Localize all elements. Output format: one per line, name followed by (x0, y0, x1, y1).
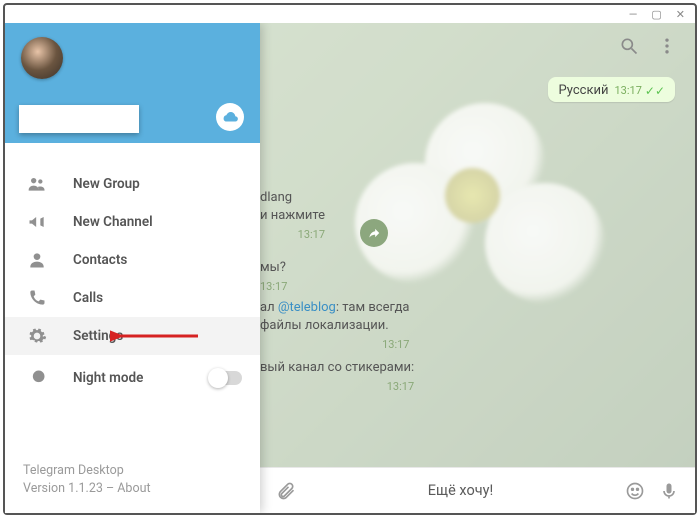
chat-header (260, 23, 695, 69)
attach-icon[interactable] (276, 481, 296, 501)
mention-link[interactable]: @teleblog (278, 300, 336, 315)
app-version-line: Version 1.1.23 – About (23, 480, 242, 499)
group-icon (27, 174, 47, 194)
menu-label: New Channel (73, 214, 153, 230)
messages: Русский 13:17 ✓✓ dlang и нажмите 13:17 м… (260, 69, 695, 89)
menu-label: Night mode (73, 370, 143, 386)
titlebar: — ▢ ✕ (5, 5, 695, 23)
forward-button[interactable] (360, 219, 388, 247)
message-fragment: dlang и нажмите 13:17 (260, 189, 325, 243)
menu-night-mode[interactable]: Night mode (5, 359, 260, 397)
microphone-icon[interactable] (659, 481, 679, 501)
phone-icon (27, 288, 47, 308)
drawer-header (5, 23, 260, 143)
menu-calls[interactable]: Calls (5, 279, 260, 317)
message-text: Русский (558, 83, 608, 98)
message-input-bar: Ещё хочу! (260, 467, 695, 513)
megaphone-icon (27, 212, 47, 232)
drawer-menu: New Group New Channel Contacts Calls Set… (5, 143, 260, 462)
menu-label: Calls (73, 290, 103, 306)
menu-label: New Group (73, 176, 140, 192)
annotation-arrow (110, 324, 200, 348)
about-link[interactable]: About (117, 481, 150, 496)
menu-new-group[interactable]: New Group (5, 165, 260, 203)
menu-new-channel[interactable]: New Channel (5, 203, 260, 241)
night-mode-toggle[interactable] (210, 371, 242, 385)
message-fragment: вый канал со стикерами: 13:17 (260, 359, 414, 395)
window: — ▢ ✕ New Group (3, 3, 697, 515)
cloud-icon (221, 111, 239, 123)
chat-area: Русский 13:17 ✓✓ dlang и нажмите 13:17 м… (260, 23, 695, 513)
avatar[interactable] (21, 37, 63, 79)
message-bubble-out[interactable]: Русский 13:17 ✓✓ (548, 77, 675, 102)
search-icon[interactable] (619, 36, 639, 56)
menu-settings[interactable]: Settings (5, 317, 260, 355)
message-input[interactable]: Ещё хочу! (310, 482, 611, 499)
message-time: 13:17 (614, 84, 641, 97)
message-fragment: мы? 13:17 (260, 259, 287, 295)
read-checks-icon: ✓✓ (645, 84, 665, 98)
saved-messages-button[interactable] (216, 103, 244, 131)
emoji-icon[interactable] (625, 481, 645, 501)
person-icon (27, 250, 47, 270)
menu-label: Contacts (73, 252, 127, 268)
minimize-button[interactable]: — (629, 8, 638, 21)
moon-icon (27, 368, 47, 388)
menu-contacts[interactable]: Contacts (5, 241, 260, 279)
account-name-box[interactable] (19, 105, 139, 133)
maximize-button[interactable]: ▢ (651, 8, 661, 21)
close-button[interactable]: ✕ (676, 8, 685, 21)
main-menu-drawer: New Group New Channel Contacts Calls Set… (5, 23, 260, 513)
app-name: Telegram Desktop (23, 462, 242, 481)
message-fragment: ал @teleblog: там всегда файлы локализац… (260, 299, 410, 353)
gear-icon (27, 326, 47, 346)
forward-arrow-icon (367, 226, 381, 240)
more-icon[interactable] (657, 36, 677, 56)
drawer-footer: Telegram Desktop Version 1.1.23 – About (5, 462, 260, 514)
